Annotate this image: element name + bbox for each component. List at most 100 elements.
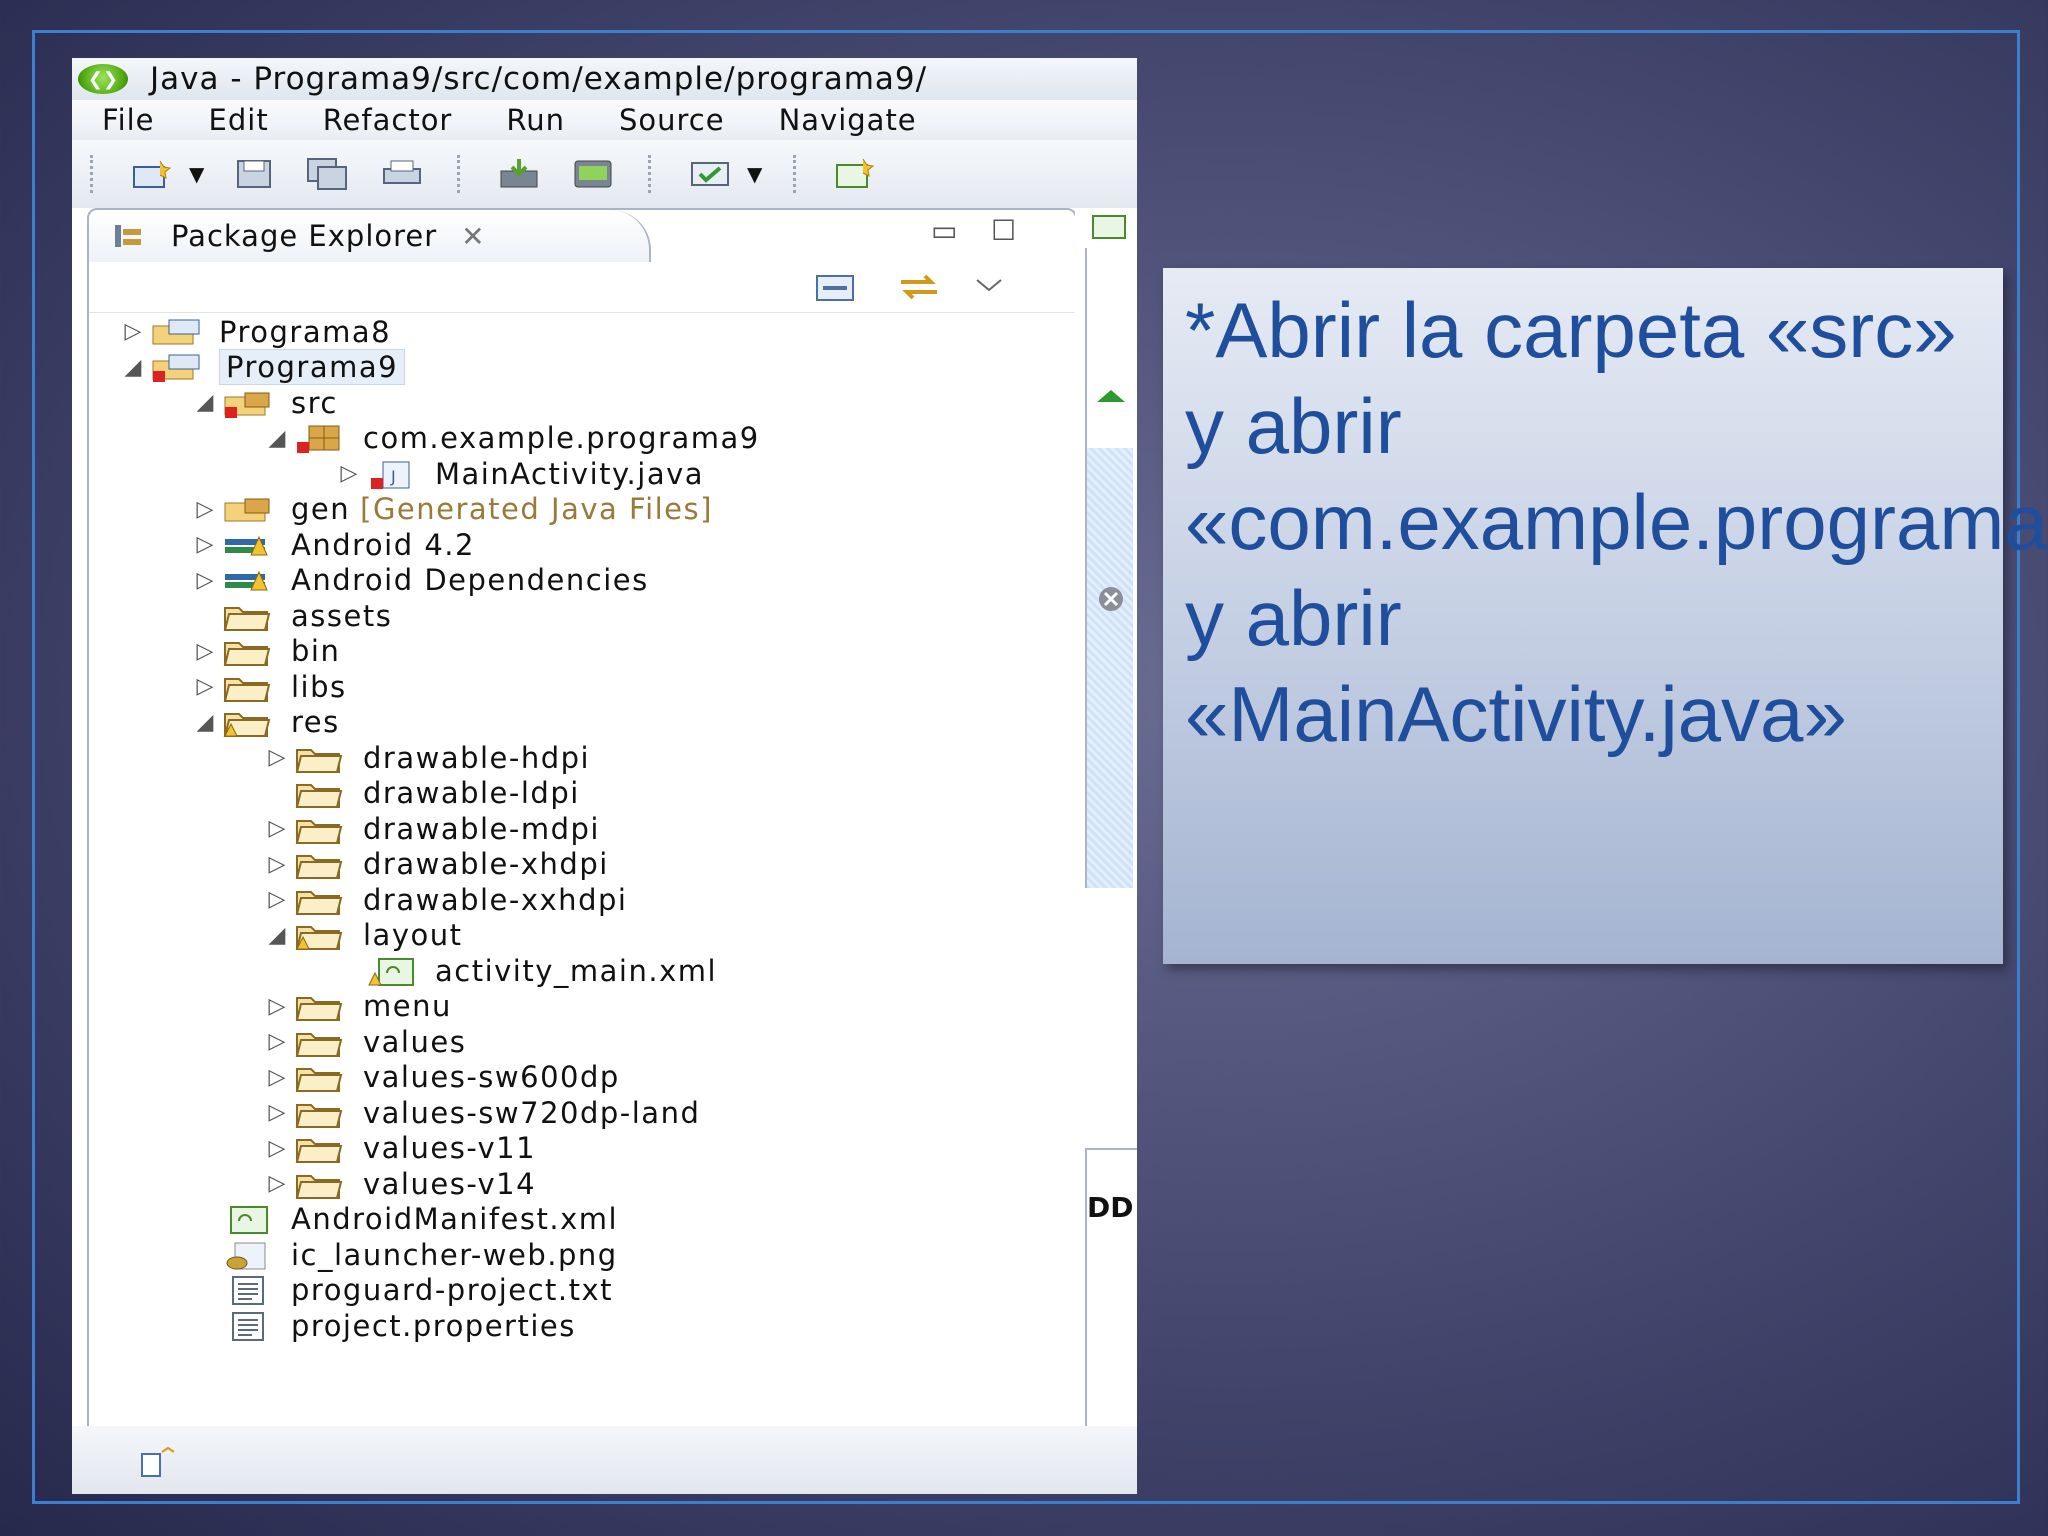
expanded-arrow-icon[interactable]: ◢: [191, 390, 219, 415]
error-marker-icon[interactable]: [1091, 584, 1131, 614]
toolbar-separator: [793, 155, 800, 193]
menu-run[interactable]: Run: [506, 103, 565, 137]
minimize-icon[interactable]: ▭: [931, 214, 957, 247]
tree-item[interactable]: ▷ drawable-xxhdpi: [263, 882, 627, 917]
collapsed-arrow-icon[interactable]: ▷: [263, 1065, 291, 1090]
collapsed-arrow-icon[interactable]: ▷: [263, 1100, 291, 1125]
collapsed-arrow-icon[interactable]: ▷: [191, 674, 219, 699]
tree-item[interactable]: ▷ Programa8: [119, 314, 391, 349]
collapsed-arrow-icon[interactable]: ▷: [263, 887, 291, 912]
avd-manager-button[interactable]: [568, 155, 618, 193]
tree-item[interactable]: ◢ layout: [263, 918, 462, 953]
tree-item[interactable]: ▷ drawable-xhdpi: [263, 847, 609, 882]
tree-item[interactable]: ic_launcher-web.png: [191, 1237, 618, 1272]
title-bar: ❮❯ Java - Programa9/src/com/example/prog…: [72, 58, 1137, 100]
menu-file[interactable]: File: [102, 103, 155, 137]
collapsed-arrow-icon[interactable]: ▷: [263, 1029, 291, 1054]
tree-item[interactable]: AndroidManifest.xml: [191, 1202, 618, 1237]
tree-item-label: values-v14: [363, 1166, 537, 1201]
tree-item[interactable]: ▷ drawable-mdpi: [263, 811, 600, 846]
folder-icon: [291, 813, 351, 845]
library-icon: [219, 529, 279, 561]
collapsed-arrow-icon[interactable]: ▷: [263, 852, 291, 877]
collapsed-arrow-icon[interactable]: ▷: [191, 532, 219, 557]
tree-item[interactable]: ▷ values-sw600dp: [263, 1060, 620, 1095]
print-button[interactable]: [377, 155, 427, 193]
tree-item-label: menu: [363, 989, 452, 1023]
collapsed-arrow-icon[interactable]: ▷: [191, 639, 219, 664]
ddms-label: DD: [1087, 1191, 1134, 1224]
tab-package-explorer[interactable]: Package Explorer ✕: [89, 210, 651, 262]
new-button[interactable]: [127, 155, 177, 193]
package-explorer-icon: [115, 225, 141, 247]
expanded-arrow-icon[interactable]: ◢: [119, 355, 147, 380]
fast-view-icon[interactable]: [138, 1446, 178, 1480]
sdk-manager-button[interactable]: [494, 155, 544, 193]
tree-item[interactable]: proguard-project.txt: [191, 1273, 613, 1308]
tree-item[interactable]: project.properties: [191, 1308, 576, 1343]
folder-warning-icon: [219, 706, 279, 738]
editor-area-stub: DD: [1075, 208, 1137, 1488]
arrow-up-icon[interactable]: [1093, 386, 1129, 406]
tree-item[interactable]: ▷ menu: [263, 989, 452, 1024]
package-explorer-panel: Package Explorer ✕ ▭ ☐ ▷ Programa8 ◢ Progra…: [87, 208, 1077, 1492]
tree-item[interactable]: ▷ libs: [191, 669, 347, 704]
link-with-editor-icon[interactable]: [895, 270, 943, 304]
tree-item-label: gen: [291, 492, 351, 526]
collapsed-arrow-icon[interactable]: ▷: [119, 319, 147, 344]
tree-item[interactable]: ▷ bin: [191, 634, 340, 669]
menu-refactor[interactable]: Refactor: [323, 103, 453, 137]
collapsed-arrow-icon[interactable]: ▷: [263, 1136, 291, 1161]
tree-item[interactable]: assets: [191, 598, 392, 633]
tree-item-decoration: [Generated Java Files]: [360, 492, 713, 526]
tree-item[interactable]: ▷ values-v14: [263, 1166, 536, 1201]
folder-warning-icon: [291, 919, 351, 951]
tree-item[interactable]: ▷ values-v11: [263, 1131, 536, 1166]
lint-dropdown-icon[interactable]: ▼: [747, 162, 767, 186]
tree-item[interactable]: ▷ Android 4.2: [191, 527, 475, 562]
tree-item[interactable]: ▷ values: [263, 1024, 466, 1059]
close-icon[interactable]: ✕: [461, 220, 484, 253]
android-sdk-icon: [500, 159, 538, 188]
folder-icon: [291, 884, 351, 916]
collapsed-arrow-icon[interactable]: ▷: [335, 461, 363, 486]
tree-item[interactable]: ▷ gen [Generated Java Files]: [191, 492, 713, 527]
folder-icon: [291, 742, 351, 774]
menu-edit[interactable]: Edit: [209, 103, 269, 137]
tree-item[interactable]: ▷ Android Dependencies: [191, 563, 649, 598]
new-android-xml-button[interactable]: [830, 155, 880, 193]
lint-button[interactable]: [685, 155, 735, 193]
tree-item[interactable]: drawable-ldpi: [263, 776, 580, 811]
view-toolbar: [89, 262, 1075, 313]
tree-item[interactable]: ▷ J MainActivity.java: [335, 456, 704, 491]
collapsed-arrow-icon[interactable]: ▷: [263, 745, 291, 770]
expanded-arrow-icon[interactable]: ◢: [263, 923, 291, 948]
menu-source[interactable]: Source: [619, 103, 725, 137]
save-all-button[interactable]: [303, 155, 353, 193]
expanded-arrow-icon[interactable]: ◢: [191, 710, 219, 735]
collapse-all-icon[interactable]: [811, 270, 859, 304]
package-folder-error-icon: [219, 387, 279, 419]
collapsed-arrow-icon[interactable]: ▷: [263, 994, 291, 1019]
tree-item-label: drawable-xxhdpi: [363, 882, 628, 917]
menu-navigate[interactable]: Navigate: [779, 103, 917, 137]
collapsed-arrow-icon[interactable]: ▷: [191, 568, 219, 593]
ruler-top: [1085, 248, 1133, 448]
tree-item[interactable]: ▷ values-sw720dp-land: [263, 1095, 700, 1130]
collapsed-arrow-icon[interactable]: ▷: [263, 1171, 291, 1196]
android-device-icon: [574, 160, 612, 188]
view-menu-icon[interactable]: [969, 270, 1009, 304]
tree-item[interactable]: ◢ com.example.programa9: [263, 421, 760, 456]
tree-item-label: Programa9: [219, 349, 406, 385]
tree-item[interactable]: ▷ drawable-hdpi: [263, 740, 590, 775]
tree-item[interactable]: activity_main.xml: [335, 953, 717, 988]
tree-item[interactable]: ◢ res: [191, 705, 340, 740]
new-dropdown-icon[interactable]: ▼: [189, 162, 209, 186]
tree-item[interactable]: ◢ src: [191, 385, 338, 420]
collapsed-arrow-icon[interactable]: ▷: [263, 816, 291, 841]
save-button[interactable]: [229, 155, 279, 193]
collapsed-arrow-icon[interactable]: ▷: [191, 497, 219, 522]
tree-item[interactable]: ◢ Programa9: [119, 349, 406, 385]
expanded-arrow-icon[interactable]: ◢: [263, 426, 291, 451]
maximize-icon[interactable]: ☐: [991, 214, 1016, 247]
